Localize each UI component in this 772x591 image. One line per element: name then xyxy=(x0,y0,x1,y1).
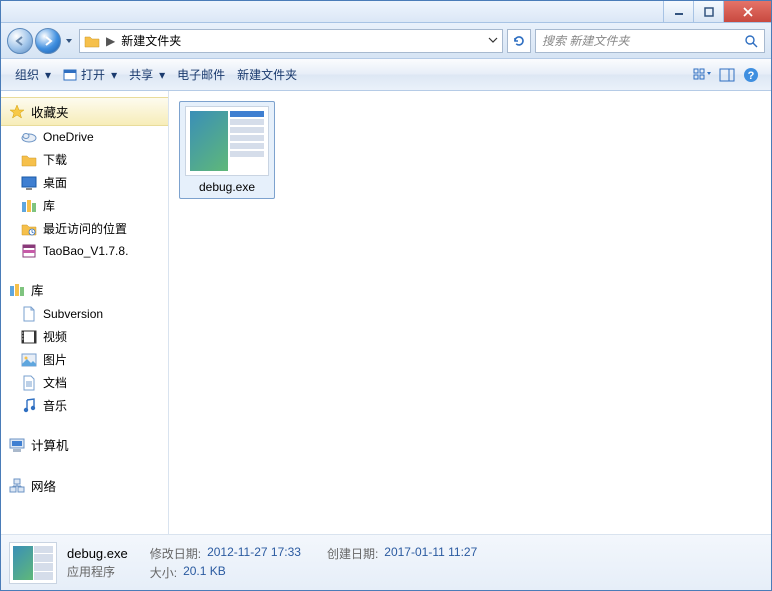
nav-arrows xyxy=(7,28,75,54)
sidebar-item-libraries-fav[interactable]: 库 xyxy=(1,194,168,217)
main-area: 收藏夹 OneDrive 下载 桌面 库 最近访问的位置 TaoBao_V1.7… xyxy=(1,91,771,534)
address-dropdown[interactable] xyxy=(488,34,498,48)
address-bar[interactable]: ▶ 新建文件夹 xyxy=(79,29,503,53)
folder-icon xyxy=(84,33,100,49)
details-modified-label: 修改日期: xyxy=(150,545,201,562)
back-button[interactable] xyxy=(7,28,33,54)
open-button[interactable]: 打开 ▾ xyxy=(57,59,123,90)
sidebar-item-recent[interactable]: 最近访问的位置 xyxy=(1,217,168,240)
minimize-button[interactable] xyxy=(663,1,693,22)
recent-icon xyxy=(21,221,37,237)
music-icon xyxy=(21,398,37,414)
details-size-label: 大小: xyxy=(150,564,177,581)
file-item-debug[interactable]: debug.exe xyxy=(179,101,275,199)
details-filename: debug.exe xyxy=(67,546,128,561)
preview-pane-button[interactable] xyxy=(715,59,739,90)
new-folder-button[interactable]: 新建文件夹 xyxy=(231,59,303,90)
folder-icon xyxy=(21,152,37,168)
archive-icon xyxy=(21,243,37,259)
sidebar-item-taobao[interactable]: TaoBao_V1.7.8. xyxy=(1,240,168,262)
network-icon xyxy=(9,478,25,494)
sidebar-computer-header[interactable]: 计算机 xyxy=(1,431,168,458)
search-placeholder: 搜索 新建文件夹 xyxy=(542,32,744,49)
close-button[interactable] xyxy=(723,1,771,22)
titlebar xyxy=(1,1,771,23)
nav-history-dropdown[interactable] xyxy=(63,37,75,45)
share-button[interactable]: 共享 ▾ xyxy=(123,59,171,90)
view-options-button[interactable] xyxy=(689,59,715,90)
sidebar-libraries-header[interactable]: 库 xyxy=(1,276,168,303)
sidebar-item-downloads[interactable]: 下载 xyxy=(1,148,168,171)
details-modified-value: 2012-11-27 17:33 xyxy=(207,545,301,562)
search-box[interactable]: 搜索 新建文件夹 xyxy=(535,29,765,53)
file-thumbnail xyxy=(185,106,269,176)
libraries-icon xyxy=(9,282,25,298)
organize-button[interactable]: 组织 ▾ xyxy=(9,59,57,90)
sidebar-item-documents[interactable]: 文档 xyxy=(1,371,168,394)
sidebar-item-pictures[interactable]: 图片 xyxy=(1,348,168,371)
details-pane: debug.exe 应用程序 修改日期: 2012-11-27 17:33 创建日… xyxy=(1,534,771,590)
document-icon xyxy=(21,306,37,322)
file-list[interactable]: debug.exe xyxy=(169,91,771,534)
details-thumbnail xyxy=(9,542,57,584)
sidebar-item-videos[interactable]: 视频 xyxy=(1,325,168,348)
open-icon xyxy=(63,68,77,82)
picture-icon xyxy=(21,352,37,368)
document-icon xyxy=(21,375,37,391)
file-name-label: debug.exe xyxy=(199,180,255,194)
chevron-down-icon: ▾ xyxy=(159,68,165,82)
explorer-window: ▶ 新建文件夹 搜索 新建文件夹 组织 ▾ 打开 ▾ 共享 ▾ xyxy=(0,0,772,591)
sidebar-item-onedrive[interactable]: OneDrive xyxy=(1,126,168,148)
svg-text:?: ? xyxy=(748,70,755,82)
chevron-right-icon: ▶ xyxy=(106,34,115,48)
sidebar-item-subversion[interactable]: Subversion xyxy=(1,303,168,325)
refresh-button[interactable] xyxy=(507,29,531,53)
details-size-value: 20.1 KB xyxy=(183,564,226,581)
maximize-button[interactable] xyxy=(693,1,723,22)
details-created-value: 2017-01-11 11:27 xyxy=(384,545,477,562)
desktop-icon xyxy=(21,175,37,191)
forward-button[interactable] xyxy=(35,28,61,54)
sidebar-item-desktop[interactable]: 桌面 xyxy=(1,171,168,194)
navigation-pane: 收藏夹 OneDrive 下载 桌面 库 最近访问的位置 TaoBao_V1.7… xyxy=(1,91,169,534)
chevron-down-icon: ▾ xyxy=(111,68,117,82)
sidebar-favorites-header[interactable]: 收藏夹 xyxy=(1,97,168,126)
toolbar: 组织 ▾ 打开 ▾ 共享 ▾ 电子邮件 新建文件夹 ? xyxy=(1,59,771,91)
video-icon xyxy=(21,329,37,345)
breadcrumb-segment[interactable]: 新建文件夹 xyxy=(121,32,181,49)
details-created-label: 创建日期: xyxy=(327,545,378,562)
search-icon xyxy=(744,34,758,48)
chevron-down-icon: ▾ xyxy=(45,68,51,82)
computer-icon xyxy=(9,437,25,453)
email-button[interactable]: 电子邮件 xyxy=(171,59,231,90)
cloud-icon xyxy=(21,129,37,145)
sidebar-item-music[interactable]: 音乐 xyxy=(1,394,168,417)
libraries-icon xyxy=(21,198,37,214)
details-filetype: 应用程序 xyxy=(67,563,128,580)
help-button[interactable]: ? xyxy=(739,59,763,90)
sidebar-network-header[interactable]: 网络 xyxy=(1,472,168,499)
navbar: ▶ 新建文件夹 搜索 新建文件夹 xyxy=(1,23,771,59)
star-icon xyxy=(9,104,25,120)
